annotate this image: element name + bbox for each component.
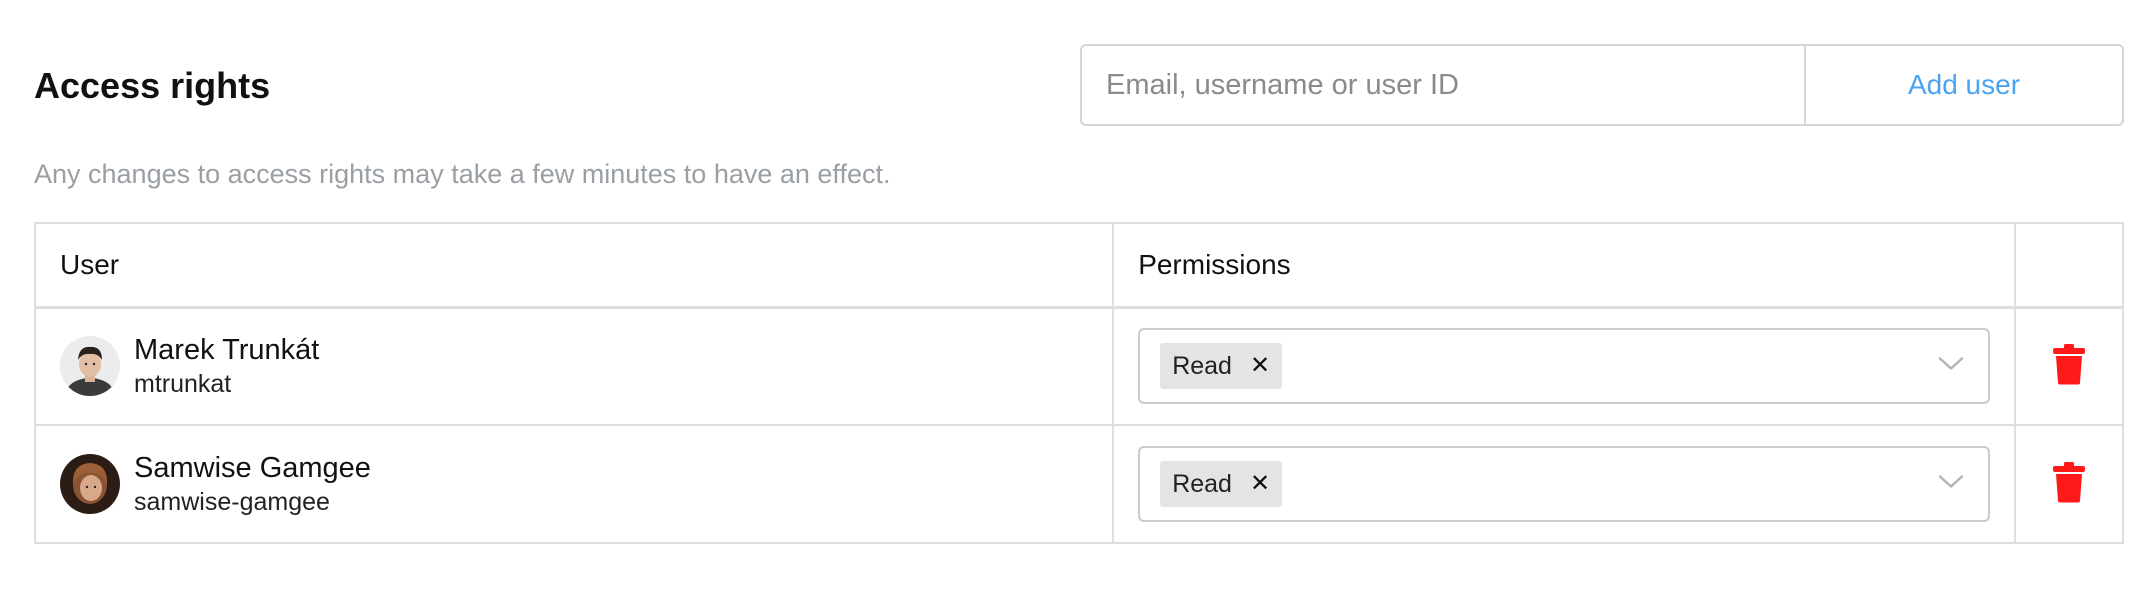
user-cell: Marek Trunkát mtrunkat [33, 306, 1115, 426]
user-search-input[interactable] [1080, 44, 1806, 126]
permissions-cell: Read ✕ [1112, 306, 2017, 426]
user-username: mtrunkat [134, 370, 232, 399]
permission-tag: Read ✕ [1160, 461, 1283, 507]
x-icon[interactable]: ✕ [1250, 354, 1270, 378]
access-table: User Permissions Marek Trunkát mtrunkat … [33, 222, 2124, 544]
page-subtitle: Any changes to access rights may take a … [34, 159, 891, 189]
avatar-icon [60, 336, 120, 397]
user-name: Samwise Gamgee [134, 452, 371, 484]
access-rights-page: Access rights Add user Any changes to ac… [0, 0, 2156, 600]
table-header-row: User Permissions [33, 222, 2124, 309]
permissions-select[interactable]: Read ✕ [1138, 446, 1991, 522]
avatar-icon [60, 454, 120, 514]
column-header-permissions: Permissions [1112, 222, 2017, 309]
column-header-actions [2014, 222, 2124, 309]
x-icon[interactable]: ✕ [1250, 472, 1270, 496]
add-user-form: Add user [1080, 44, 2124, 126]
actions-cell [2014, 306, 2124, 426]
trash-icon[interactable] [2052, 343, 2086, 390]
table-row: Marek Trunkát mtrunkat Read ✕ [33, 306, 2124, 426]
permission-tag: Read ✕ [1160, 343, 1283, 390]
table-row: Samwise Gamgee samwise-gamgee Read ✕ [33, 424, 2124, 544]
actions-cell [2014, 424, 2124, 544]
user-cell: Samwise Gamgee samwise-gamgee [33, 424, 1115, 544]
permissions-select[interactable]: Read ✕ [1138, 328, 1991, 405]
user-username: samwise-gamgee [134, 488, 330, 516]
trash-icon[interactable] [2052, 461, 2086, 508]
permissions-cell: Read ✕ [1112, 424, 2017, 544]
add-user-button[interactable]: Add user [1806, 44, 2124, 126]
permission-tag-label: Read [1172, 351, 1232, 380]
chevron-down-icon[interactable] [1938, 356, 1964, 377]
column-header-user: User [33, 222, 1115, 309]
page-title: Access rights [34, 65, 271, 106]
permission-tag-label: Read [1172, 469, 1232, 498]
user-name: Marek Trunkát [134, 334, 320, 367]
chevron-down-icon[interactable] [1938, 474, 1964, 495]
